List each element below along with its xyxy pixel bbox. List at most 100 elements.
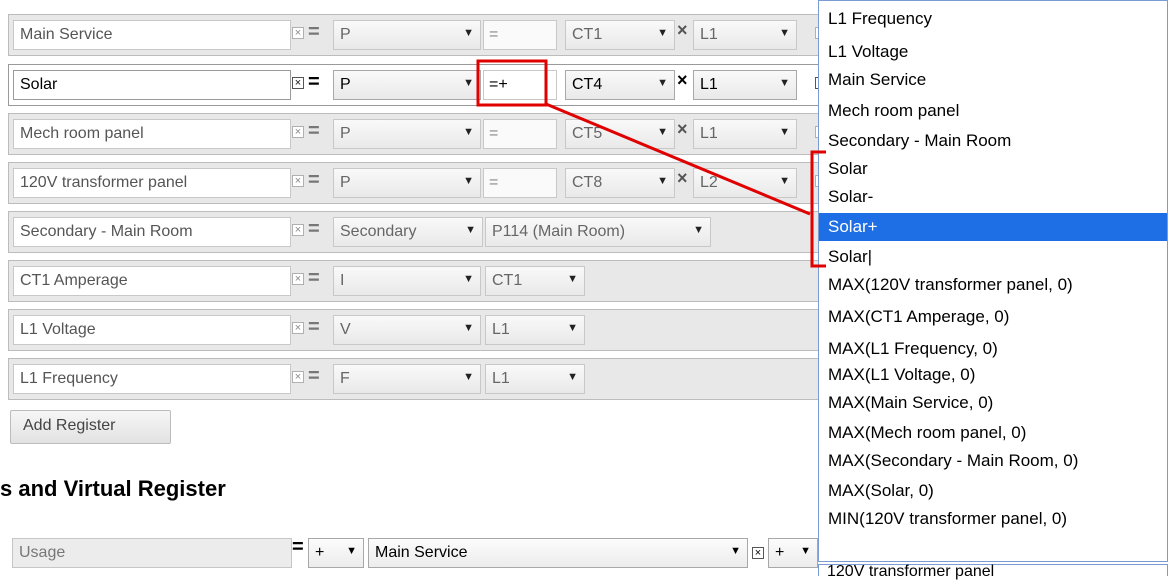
clear-name-icon[interactable]: ×	[292, 27, 304, 39]
multiply-icon: ×	[677, 20, 688, 40]
chevron-down-icon: ▼	[463, 175, 474, 187]
dropdown-option[interactable]: Solar|	[819, 245, 1167, 269]
ct-select[interactable]: CT8 ▼	[565, 168, 675, 198]
dropdown-option[interactable]: MAX(L1 Frequency, 0)	[819, 337, 1167, 361]
register-type-select[interactable]: P ▼	[333, 119, 481, 149]
register-type-select[interactable]: P ▼	[333, 168, 481, 198]
dropdown-option[interactable]: MAX(L1 Voltage, 0)	[819, 363, 1167, 387]
register-type-value: P	[340, 125, 351, 142]
multiply-icon: ×	[677, 168, 688, 188]
clear-name-icon[interactable]: ×	[292, 322, 304, 334]
register-name-input[interactable]: L1 Frequency	[13, 364, 291, 394]
equals-sign: =	[308, 120, 320, 142]
source-value: P114 (Main Room)	[492, 223, 626, 240]
ct-value: CT5	[572, 125, 603, 142]
register-type-select[interactable]: P ▼	[333, 70, 481, 100]
clear-name-icon[interactable]: ×	[292, 126, 304, 138]
chevron-down-icon: ▼	[657, 126, 668, 138]
multiply-icon: ×	[677, 70, 688, 90]
register-type-value: P	[340, 76, 351, 93]
clear-name-icon[interactable]: ×	[292, 77, 304, 89]
register-type-select[interactable]: I ▼	[333, 266, 481, 296]
clear-name-icon[interactable]: ×	[292, 224, 304, 236]
line-select[interactable]: L2 ▼	[693, 168, 797, 198]
ct-select[interactable]: CT1 ▼	[485, 266, 585, 296]
add-register-button[interactable]: Add Register	[10, 410, 171, 444]
register-row-l1-frequency: L1 Frequency × = F ▼ L1 ▼	[8, 358, 828, 400]
dropdown-option-highlighted[interactable]: Solar+	[819, 213, 1167, 241]
register-type-select[interactable]: F ▼	[333, 364, 481, 394]
line-select[interactable]: L1 ▼	[693, 20, 797, 50]
equals-sign: =	[308, 218, 320, 240]
line-select[interactable]: L1 ▼	[693, 70, 797, 100]
operator-select-2[interactable]: + ▼	[768, 538, 818, 568]
operator-input[interactable]: =	[483, 20, 557, 50]
register-name-input[interactable]: Main Service	[13, 20, 291, 50]
ct-value: CT1	[572, 26, 603, 43]
register-dropdown-list[interactable]: L1 Frequency L1 Voltage Main Service Mec…	[818, 0, 1168, 562]
dropdown-option[interactable]: MAX(120V transformer panel, 0)	[819, 273, 1167, 297]
register-value: Main Service	[375, 544, 468, 561]
dropdown-option[interactable]: MAX(Solar, 0)	[819, 479, 1167, 503]
dropdown-option[interactable]: Secondary - Main Room	[819, 129, 1167, 153]
line-value: L1	[492, 370, 510, 387]
dropdown-option[interactable]: Solar-	[819, 185, 1167, 209]
chevron-down-icon: ▼	[657, 27, 668, 39]
line-select[interactable]: L1 ▼	[485, 315, 585, 345]
register-name-input[interactable]: L1 Voltage	[13, 315, 291, 345]
dropdown-option[interactable]: MAX(Mech room panel, 0)	[819, 421, 1167, 445]
register-name-input[interactable]: 120V transformer panel	[13, 168, 291, 198]
chevron-down-icon: ▼	[463, 371, 474, 383]
dropdown-option[interactable]: Main Service	[819, 68, 1167, 92]
register-row-solar: Solar × = P▼ =+ CT4▼ × L1▼ ×	[8, 64, 828, 106]
ct-value: CT1	[492, 272, 523, 289]
line-value: L1	[700, 26, 718, 43]
dropdown-option[interactable]: MAX(CT1 Amperage, 0)	[819, 305, 1167, 329]
dropdown-option[interactable]: Solar	[819, 157, 1167, 181]
register-name-input[interactable]: CT1 Amperage	[13, 266, 291, 296]
chevron-down-icon: ▼	[463, 322, 474, 334]
register-type-select[interactable]: Secondary ▼	[333, 217, 483, 247]
ct-select[interactable]: CT1 ▼	[565, 20, 675, 50]
clear-name-icon[interactable]: ×	[292, 371, 304, 383]
operator-select[interactable]: + ▼	[308, 538, 364, 568]
chevron-down-icon: ▼	[779, 77, 790, 89]
ct-select[interactable]: CT4 ▼	[565, 70, 675, 100]
dropdown-option[interactable]: L1 Voltage	[819, 40, 1167, 64]
source-select[interactable]: P114 (Main Room) ▼	[485, 217, 711, 247]
register-type-select[interactable]: V ▼	[333, 315, 481, 345]
clear-name-icon[interactable]: ×	[292, 175, 304, 187]
line-select[interactable]: L1 ▼	[693, 119, 797, 149]
chevron-down-icon: ▼	[463, 27, 474, 39]
remove-term-icon[interactable]: ×	[752, 547, 764, 559]
register-name-input[interactable]: Mech room panel	[13, 119, 291, 149]
dropdown-option[interactable]: MAX(Secondary - Main Room, 0)	[819, 449, 1167, 473]
dropdown-option[interactable]: MAX(Main Service, 0)	[819, 391, 1167, 415]
operator-input[interactable]: =	[483, 119, 557, 149]
chevron-down-icon: ▼	[693, 224, 704, 236]
operator-input[interactable]: =+	[483, 70, 557, 100]
line-value: L2	[700, 174, 718, 191]
dropdown-option[interactable]: L1 Frequency	[819, 7, 1167, 31]
register-type-select[interactable]: P ▼	[333, 20, 481, 50]
operator-input[interactable]: =	[483, 168, 557, 198]
line-value: L1	[492, 321, 510, 338]
register-name-input[interactable]: Secondary - Main Room	[13, 217, 291, 247]
dropdown-option[interactable]: MIN(120V transformer panel, 0)	[819, 507, 1167, 531]
chevron-down-icon: ▼	[779, 126, 790, 138]
section-heading: s and Virtual Register	[0, 476, 226, 501]
chevron-down-icon: ▼	[567, 371, 578, 383]
virtual-register-name-input[interactable]: Usage	[12, 538, 292, 568]
register-row-120v-transformer: 120V transformer panel × = P ▼ = CT8 ▼ × L…	[8, 162, 828, 204]
ct-value: CT4	[572, 76, 603, 93]
dropdown-option[interactable]: Mech room panel	[819, 99, 1167, 123]
ct-select[interactable]: CT5 ▼	[565, 119, 675, 149]
clear-name-icon[interactable]: ×	[292, 273, 304, 285]
chevron-down-icon: ▼	[567, 273, 578, 285]
register-select[interactable]: Main Service ▼	[368, 538, 748, 568]
chevron-down-icon: ▼	[779, 27, 790, 39]
register-row-mech-room: Mech room panel × = P▼ = CT5▼ × L1▼ ×	[8, 113, 828, 155]
register-name-input[interactable]: Solar	[13, 70, 291, 100]
chevron-down-icon: ▼	[800, 545, 811, 557]
line-select[interactable]: L1 ▼	[485, 364, 585, 394]
